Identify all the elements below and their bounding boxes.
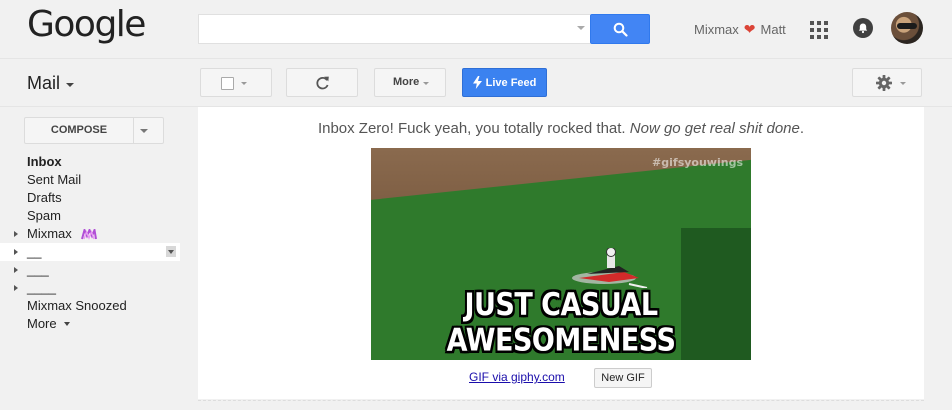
scrollbar-track[interactable] xyxy=(938,107,952,410)
live-feed-label: Live Feed xyxy=(485,76,537,89)
google-logo[interactable]: Google xyxy=(27,4,146,45)
top-header: Google Mixmax ❤ Matt xyxy=(0,0,952,58)
chevron-down-icon xyxy=(64,322,71,326)
compose-button[interactable]: COMPOSE xyxy=(24,117,164,144)
select-all-button[interactable] xyxy=(200,68,272,97)
checkbox-icon xyxy=(221,77,234,90)
avatar[interactable] xyxy=(891,12,923,44)
sidebar-item-label: ____ xyxy=(27,280,56,295)
inbox-zero-panel: Inbox Zero! Fuck yeah, you totally rocke… xyxy=(198,107,924,399)
sidebar-item-label: Drafts xyxy=(27,190,62,205)
expand-arrow-icon[interactable] xyxy=(14,267,18,273)
more-actions-label: More xyxy=(393,76,420,88)
more-actions-button[interactable]: More xyxy=(374,68,446,97)
headline-emphasis: Now go get real shit done xyxy=(629,120,800,137)
chevron-down-icon xyxy=(900,82,906,85)
celebration-gif: #gifsyouwings 361' JUST CASUAL AWESOMENE… xyxy=(371,148,751,360)
lightning-bolt-icon xyxy=(472,76,482,89)
sidebar-item-label: More xyxy=(27,316,57,331)
mail-app-switcher[interactable]: Mail xyxy=(27,73,75,94)
search-button[interactable] xyxy=(590,14,650,44)
apps-grid-icon[interactable] xyxy=(810,21,828,39)
heart-icon: ❤ xyxy=(743,21,756,37)
sidebar-item-mixmax-snoozed[interactable]: Mixmax Snoozed xyxy=(0,297,185,315)
gif-watermark: #gifsyouwings xyxy=(652,156,743,169)
sidebar-item-more[interactable]: More xyxy=(0,315,185,333)
mail-label: Mail xyxy=(27,73,61,93)
search-icon xyxy=(613,22,628,37)
label-options-chevron-down-icon[interactable] xyxy=(166,246,176,257)
expand-arrow-icon[interactable] xyxy=(14,249,18,255)
gear-icon xyxy=(876,75,892,91)
inbox-zero-message: Inbox Zero! Fuck yeah, you totally rocke… xyxy=(198,120,924,137)
user-name-label: Matt xyxy=(760,22,786,37)
expand-arrow-icon[interactable] xyxy=(14,285,18,291)
sidebar-nav: Inbox Sent Mail Drafts Spam Mixmax __ __… xyxy=(0,153,185,333)
search-input[interactable] xyxy=(198,14,590,44)
snowmobile-rider-image xyxy=(572,248,648,288)
sidebar-item-label: ___ xyxy=(27,262,49,277)
sidebar-item-label: Sent Mail xyxy=(27,172,82,187)
mixmax-brand-label: Mixmax xyxy=(694,22,739,37)
refresh-button[interactable] xyxy=(286,68,358,97)
sidebar-item-label: Inbox xyxy=(27,154,62,169)
sidebar-item-sent-mail[interactable]: Sent Mail xyxy=(0,171,185,189)
new-gif-button[interactable]: New GIF xyxy=(594,368,652,388)
chevron-down-icon xyxy=(241,82,247,85)
gif-caption: JUST CASUAL AWESOMENESS xyxy=(446,287,676,359)
expand-arrow-icon[interactable] xyxy=(14,231,18,237)
sidebar-item-label: Mixmax xyxy=(27,226,72,241)
sidebar-item-drafts[interactable]: Drafts xyxy=(0,189,185,207)
sidebar-item-inbox[interactable]: Inbox xyxy=(0,153,185,171)
headline-text: Inbox Zero! Fuck yeah, you totally rocke… xyxy=(317,120,630,137)
live-feed-button[interactable]: Live Feed xyxy=(462,68,547,97)
sidebar-item-label-1[interactable]: __ xyxy=(0,243,180,261)
header-divider xyxy=(0,58,952,59)
gif-via-giphy-link[interactable]: GIF via giphy.com xyxy=(469,370,565,384)
sidebar-item-mixmax[interactable]: Mixmax xyxy=(0,225,185,243)
compose-divider xyxy=(133,118,134,143)
compose-label: COMPOSE xyxy=(50,124,108,136)
headline-end: . xyxy=(799,120,805,137)
mixmax-logo-icon xyxy=(81,229,98,240)
sidebar-item-label-2[interactable]: ___ xyxy=(0,261,185,279)
notifications-bell-icon[interactable] xyxy=(853,18,873,38)
refresh-icon xyxy=(316,76,329,90)
compose-options-chevron-down-icon[interactable] xyxy=(140,129,148,133)
settings-button[interactable] xyxy=(852,68,922,97)
sidebar-item-label: __ xyxy=(27,244,42,259)
mixmax-user-badge[interactable]: Mixmax ❤ Matt xyxy=(694,21,786,38)
chevron-down-icon xyxy=(66,83,75,87)
search-options-chevron-down-icon[interactable] xyxy=(577,26,585,30)
sidebar-item-label: Mixmax Snoozed xyxy=(27,298,127,313)
sidebar-item-spam[interactable]: Spam xyxy=(0,207,185,225)
chevron-down-icon xyxy=(423,82,429,85)
panel-bottom-border xyxy=(198,400,924,401)
sidebar-item-label-3[interactable]: ____ xyxy=(0,279,185,297)
sidebar-item-label: Spam xyxy=(27,208,61,223)
